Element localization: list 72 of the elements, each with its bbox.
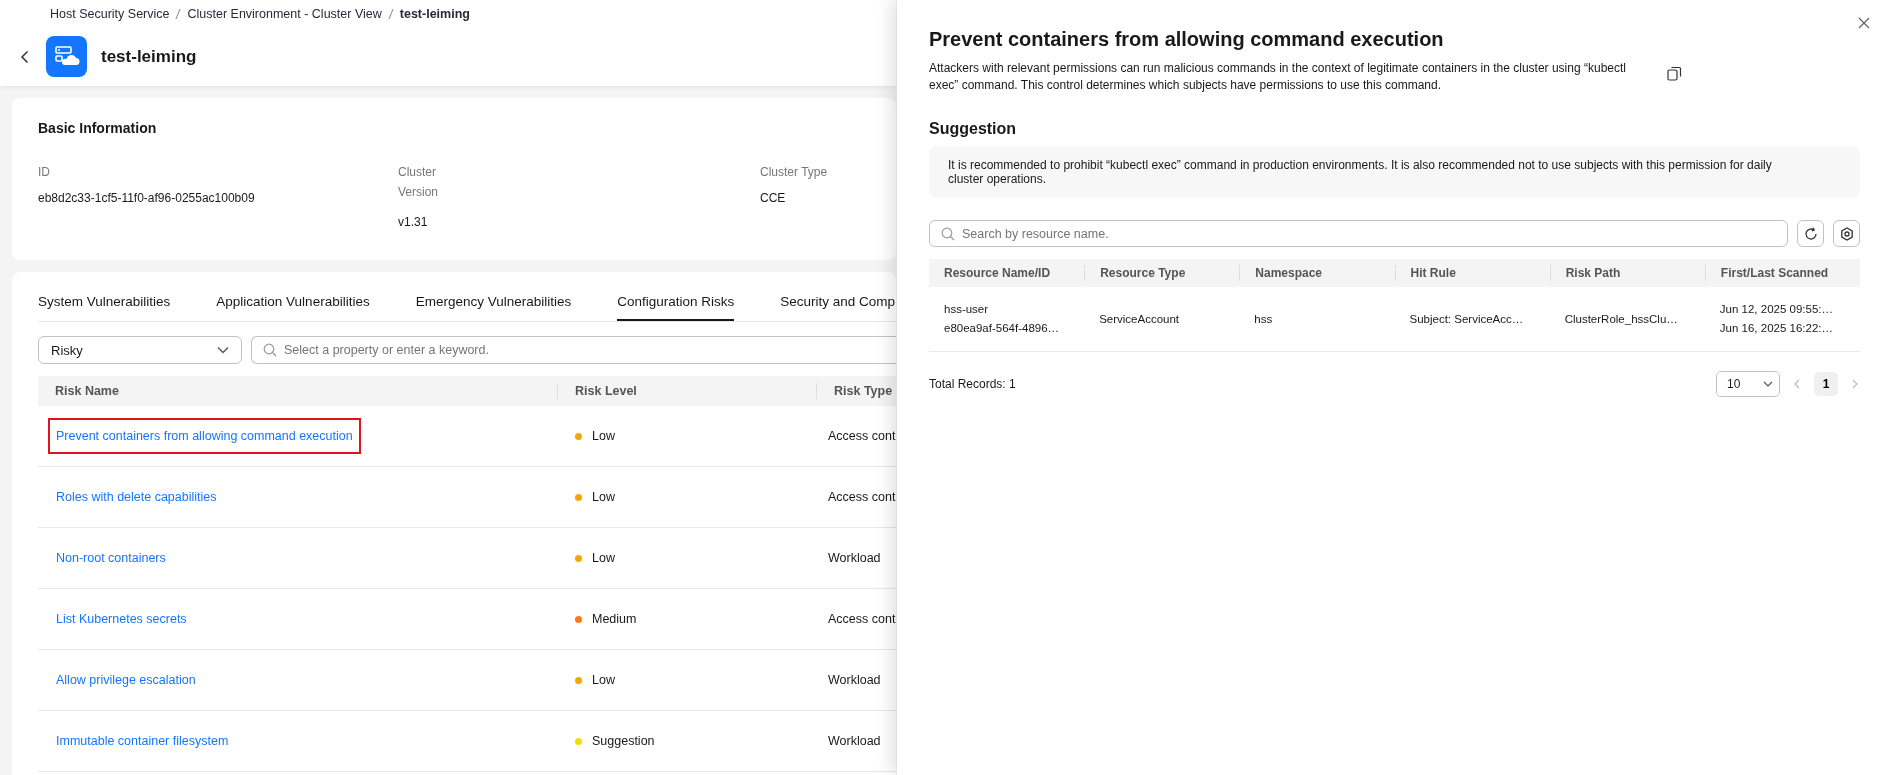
field-value: eb8d2c33-1cf5-11f0-af96-0255ac100b09: [38, 190, 256, 207]
breadcrumb-separator-icon: [175, 8, 182, 20]
section-title: Suggestion: [929, 120, 1018, 138]
risk-name-link[interactable]: Allow privilege escalation: [48, 662, 204, 698]
section-title: Basic Information: [38, 120, 158, 136]
table-cell-text: ClusterRole_hssClu…: [1563, 311, 1679, 327]
field-value: v1.31: [398, 214, 429, 231]
column-header: Resource Name/ID: [944, 266, 1051, 280]
column-header: Risk Type: [834, 384, 893, 398]
column-header: Hit Rule: [1410, 266, 1456, 280]
tab[interactable]: Configuration Risks: [617, 288, 735, 321]
search-icon: [941, 227, 955, 241]
risk-name-link[interactable]: Roles with delete capabilities: [48, 479, 225, 515]
breadcrumb-item[interactable]: test-leiming: [399, 7, 470, 21]
page-title: test-leiming: [101, 46, 197, 67]
suggestion-text: It is recommended to prohibit “kubectl exec” command in production environments. It is also recommended not to use subjects with this permission for daily cluster operations.: [929, 146, 1860, 198]
table-cell-text: hss: [1253, 311, 1274, 327]
column-header: Resource Type: [1100, 266, 1186, 280]
risk-type: Workload: [828, 673, 881, 687]
risk-type: Access cont: [828, 612, 896, 626]
page-size-dropdown[interactable]: 10: [1716, 371, 1780, 397]
chevron-down-icon: [1763, 381, 1773, 387]
settings-icon: [1839, 226, 1854, 241]
copy-icon[interactable]: [1667, 66, 1682, 81]
risk-level: Medium: [592, 612, 637, 626]
risk-level: Low: [592, 673, 615, 687]
table-cell-text: ServiceAccount: [1098, 311, 1181, 327]
column-header: Risk Path: [1565, 266, 1621, 280]
risk-name-link[interactable]: Prevent containers from allowing command execution: [48, 418, 361, 454]
tab[interactable]: Security and Comp: [780, 288, 896, 321]
risk-level: Low: [592, 490, 615, 504]
settings-button[interactable]: [1833, 220, 1860, 247]
status-dropdown[interactable]: Risky: [38, 336, 242, 364]
risk-level: Suggestion: [592, 734, 655, 748]
search-field[interactable]: Select a property or enter a keyword.: [251, 336, 896, 364]
close-icon[interactable]: [1858, 17, 1870, 29]
risk-name-link[interactable]: List Kubernetes secrets: [48, 601, 195, 637]
field-label: Cluster Type: [760, 164, 829, 181]
field-label: Cluster Version: [398, 164, 440, 201]
chevron-down-icon: [217, 346, 229, 354]
search-field[interactable]: Search by resource name.: [929, 220, 1788, 247]
tab[interactable]: Emergency Vulnerabilities: [415, 288, 572, 321]
tab[interactable]: Application Vulnerabilities: [216, 288, 370, 321]
field-value: CCE: [760, 190, 787, 207]
risk-level: Low: [592, 551, 615, 565]
breadcrumb-item[interactable]: Host Security Service: [50, 7, 170, 21]
table-cell-text: Subject: ServiceAcc…: [1408, 311, 1525, 327]
breadcrumb-item[interactable]: Cluster Environment - Cluster View: [187, 7, 382, 21]
table-cell-text: Jun 12, 2025 09:55:… Jun 16, 2025 16:22:…: [1718, 302, 1834, 336]
table-cell-text: hss-user e80ea9af-564f-4896…: [943, 302, 1061, 336]
tab[interactable]: System Vulnerabilities: [38, 288, 171, 321]
server-cloud-icon: [46, 36, 87, 77]
risk-type: Access cont: [828, 490, 896, 504]
risk-name-link[interactable]: Non-root containers: [48, 540, 174, 576]
column-header: First/Last Scanned: [1720, 266, 1829, 280]
breadcrumb-separator-icon: [387, 8, 394, 20]
risk-type: Workload: [828, 551, 881, 565]
search-icon: [263, 343, 277, 357]
refresh-icon: [1803, 226, 1818, 241]
risk-type: Access cont: [828, 429, 896, 443]
risk-type: Workload: [828, 734, 881, 748]
column-header: Risk Name: [55, 384, 119, 398]
column-header: Namespace: [1255, 266, 1323, 280]
page-button[interactable]: 1: [1814, 372, 1838, 396]
column-header: Risk Level: [575, 384, 637, 398]
description: Attackers with relevant permissions can run malicious commands in the context of legitimate containers in the cluster using “kubectl exec” command. This control determines which subjects have permissions to use this command.: [929, 60, 1627, 94]
field-label: ID: [38, 164, 51, 181]
risk-name-link[interactable]: Immutable container filesystem: [48, 723, 237, 759]
risk-level: Low: [592, 429, 615, 443]
total-records: Total Records: 1: [929, 377, 1016, 391]
drawer-title: Prevent containers from allowing command execution: [929, 28, 1445, 51]
refresh-button[interactable]: [1797, 220, 1824, 247]
